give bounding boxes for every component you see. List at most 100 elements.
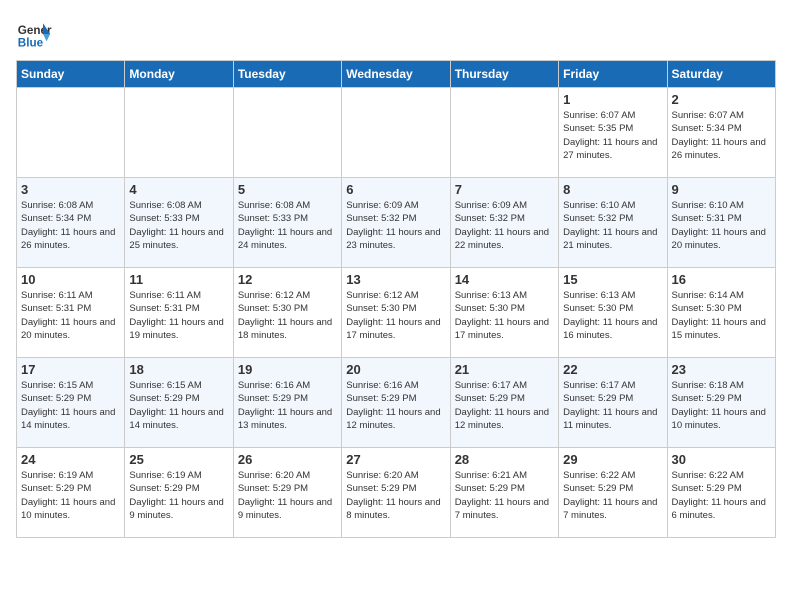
day-info: Sunrise: 6:11 AM Sunset: 5:31 PM Dayligh… <box>21 289 120 342</box>
svg-text:Blue: Blue <box>18 37 44 50</box>
calendar-day <box>17 88 125 178</box>
day-number: 25 <box>129 452 228 467</box>
calendar-day <box>233 88 341 178</box>
col-header-sunday: Sunday <box>17 61 125 88</box>
day-info: Sunrise: 6:19 AM Sunset: 5:29 PM Dayligh… <box>21 469 120 522</box>
calendar-day: 8Sunrise: 6:10 AM Sunset: 5:32 PM Daylig… <box>559 178 667 268</box>
day-info: Sunrise: 6:11 AM Sunset: 5:31 PM Dayligh… <box>129 289 228 342</box>
col-header-friday: Friday <box>559 61 667 88</box>
calendar-day: 5Sunrise: 6:08 AM Sunset: 5:33 PM Daylig… <box>233 178 341 268</box>
day-number: 22 <box>563 362 662 377</box>
day-number: 2 <box>672 92 771 107</box>
logo-icon: General Blue <box>16 16 52 52</box>
day-info: Sunrise: 6:13 AM Sunset: 5:30 PM Dayligh… <box>563 289 662 342</box>
day-info: Sunrise: 6:12 AM Sunset: 5:30 PM Dayligh… <box>346 289 445 342</box>
calendar-week-1: 1 Sunrise: 6:07 AM Sunset: 5:35 PM Daylig… <box>17 88 776 178</box>
day-info: Sunrise: 6:12 AM Sunset: 5:30 PM Dayligh… <box>238 289 337 342</box>
calendar-day: 7 Sunrise: 6:09 AM Sunset: 5:32 PM Daylig… <box>450 178 558 268</box>
day-number: 6 <box>346 182 445 197</box>
day-number: 9 <box>672 182 771 197</box>
calendar-day: 2 Sunrise: 6:07 AM Sunset: 5:34 PM Daylig… <box>667 88 775 178</box>
calendar-day: 19 Sunrise: 6:16 AM Sunset: 5:29 PM Dayli… <box>233 358 341 448</box>
day-info: Sunrise: 6:07 AM Sunset: 5:34 PM Dayligh… <box>672 109 771 162</box>
day-info: Sunrise: 6:22 AM Sunset: 5:29 PM Dayligh… <box>672 469 771 522</box>
day-info: Sunrise: 6:08 AM Sunset: 5:33 PM Dayligh… <box>238 199 337 252</box>
day-number: 27 <box>346 452 445 467</box>
day-number: 21 <box>455 362 554 377</box>
col-header-monday: Monday <box>125 61 233 88</box>
day-number: 7 <box>455 182 554 197</box>
day-info: Sunrise: 6:07 AM Sunset: 5:35 PM Dayligh… <box>563 109 662 162</box>
day-number: 12 <box>238 272 337 287</box>
day-number: 30 <box>672 452 771 467</box>
day-number: 20 <box>346 362 445 377</box>
calendar-day: 10 Sunrise: 6:11 AM Sunset: 5:31 PM Dayli… <box>17 268 125 358</box>
day-info: Sunrise: 6:10 AM Sunset: 5:31 PM Dayligh… <box>672 199 771 252</box>
calendar-week-2: 3 Sunrise: 6:08 AM Sunset: 5:34 PM Daylig… <box>17 178 776 268</box>
day-info: Sunrise: 6:09 AM Sunset: 5:32 PM Dayligh… <box>346 199 445 252</box>
day-number: 10 <box>21 272 120 287</box>
day-number: 11 <box>129 272 228 287</box>
calendar-day <box>450 88 558 178</box>
day-number: 13 <box>346 272 445 287</box>
calendar-day: 16Sunrise: 6:14 AM Sunset: 5:30 PM Dayli… <box>667 268 775 358</box>
calendar-day: 21 Sunrise: 6:17 AM Sunset: 5:29 PM Dayli… <box>450 358 558 448</box>
calendar-day: 22 Sunrise: 6:17 AM Sunset: 5:29 PM Dayli… <box>559 358 667 448</box>
day-info: Sunrise: 6:13 AM Sunset: 5:30 PM Dayligh… <box>455 289 554 342</box>
day-info: Sunrise: 6:21 AM Sunset: 5:29 PM Dayligh… <box>455 469 554 522</box>
calendar-day: 1 Sunrise: 6:07 AM Sunset: 5:35 PM Daylig… <box>559 88 667 178</box>
day-info: Sunrise: 6:20 AM Sunset: 5:29 PM Dayligh… <box>346 469 445 522</box>
day-info: Sunrise: 6:14 AM Sunset: 5:30 PM Dayligh… <box>672 289 771 342</box>
day-number: 18 <box>129 362 228 377</box>
page-header: General Blue <box>16 16 776 52</box>
day-info: Sunrise: 6:16 AM Sunset: 5:29 PM Dayligh… <box>238 379 337 432</box>
col-header-tuesday: Tuesday <box>233 61 341 88</box>
day-number: 14 <box>455 272 554 287</box>
day-info: Sunrise: 6:15 AM Sunset: 5:29 PM Dayligh… <box>129 379 228 432</box>
calendar-day <box>342 88 450 178</box>
day-number: 28 <box>455 452 554 467</box>
calendar-day: 3 Sunrise: 6:08 AM Sunset: 5:34 PM Daylig… <box>17 178 125 268</box>
calendar-day: 24 Sunrise: 6:19 AM Sunset: 5:29 PM Dayli… <box>17 448 125 538</box>
calendar-day: 14 Sunrise: 6:13 AM Sunset: 5:30 PM Dayli… <box>450 268 558 358</box>
calendar-day: 11 Sunrise: 6:11 AM Sunset: 5:31 PM Dayli… <box>125 268 233 358</box>
day-info: Sunrise: 6:09 AM Sunset: 5:32 PM Dayligh… <box>455 199 554 252</box>
calendar-day: 9 Sunrise: 6:10 AM Sunset: 5:31 PM Daylig… <box>667 178 775 268</box>
day-info: Sunrise: 6:17 AM Sunset: 5:29 PM Dayligh… <box>455 379 554 432</box>
day-info: Sunrise: 6:22 AM Sunset: 5:29 PM Dayligh… <box>563 469 662 522</box>
day-number: 1 <box>563 92 662 107</box>
calendar-day: 20 Sunrise: 6:16 AM Sunset: 5:29 PM Dayli… <box>342 358 450 448</box>
day-info: Sunrise: 6:19 AM Sunset: 5:29 PM Dayligh… <box>129 469 228 522</box>
col-header-wednesday: Wednesday <box>342 61 450 88</box>
calendar-day: 23 Sunrise: 6:18 AM Sunset: 5:29 PM Dayli… <box>667 358 775 448</box>
calendar-week-4: 17 Sunrise: 6:15 AM Sunset: 5:29 PM Dayli… <box>17 358 776 448</box>
day-number: 24 <box>21 452 120 467</box>
day-info: Sunrise: 6:17 AM Sunset: 5:29 PM Dayligh… <box>563 379 662 432</box>
calendar-day: 12 Sunrise: 6:12 AM Sunset: 5:30 PM Dayli… <box>233 268 341 358</box>
day-number: 17 <box>21 362 120 377</box>
day-number: 26 <box>238 452 337 467</box>
day-info: Sunrise: 6:16 AM Sunset: 5:29 PM Dayligh… <box>346 379 445 432</box>
calendar-day: 13 Sunrise: 6:12 AM Sunset: 5:30 PM Dayli… <box>342 268 450 358</box>
day-info: Sunrise: 6:08 AM Sunset: 5:34 PM Dayligh… <box>21 199 120 252</box>
day-number: 3 <box>21 182 120 197</box>
day-info: Sunrise: 6:15 AM Sunset: 5:29 PM Dayligh… <box>21 379 120 432</box>
day-info: Sunrise: 6:08 AM Sunset: 5:33 PM Dayligh… <box>129 199 228 252</box>
col-header-thursday: Thursday <box>450 61 558 88</box>
calendar-day: 15Sunrise: 6:13 AM Sunset: 5:30 PM Dayli… <box>559 268 667 358</box>
day-number: 19 <box>238 362 337 377</box>
logo: General Blue <box>16 16 52 52</box>
calendar-day: 28 Sunrise: 6:21 AM Sunset: 5:29 PM Dayli… <box>450 448 558 538</box>
calendar-week-5: 24 Sunrise: 6:19 AM Sunset: 5:29 PM Dayli… <box>17 448 776 538</box>
day-number: 29 <box>563 452 662 467</box>
day-info: Sunrise: 6:20 AM Sunset: 5:29 PM Dayligh… <box>238 469 337 522</box>
calendar-day: 4Sunrise: 6:08 AM Sunset: 5:33 PM Daylig… <box>125 178 233 268</box>
calendar-day: 29 Sunrise: 6:22 AM Sunset: 5:29 PM Dayli… <box>559 448 667 538</box>
day-info: Sunrise: 6:18 AM Sunset: 5:29 PM Dayligh… <box>672 379 771 432</box>
calendar-day <box>125 88 233 178</box>
calendar-day: 6 Sunrise: 6:09 AM Sunset: 5:32 PM Daylig… <box>342 178 450 268</box>
day-number: 23 <box>672 362 771 377</box>
day-number: 8 <box>563 182 662 197</box>
col-header-saturday: Saturday <box>667 61 775 88</box>
calendar-day: 25 Sunrise: 6:19 AM Sunset: 5:29 PM Dayli… <box>125 448 233 538</box>
